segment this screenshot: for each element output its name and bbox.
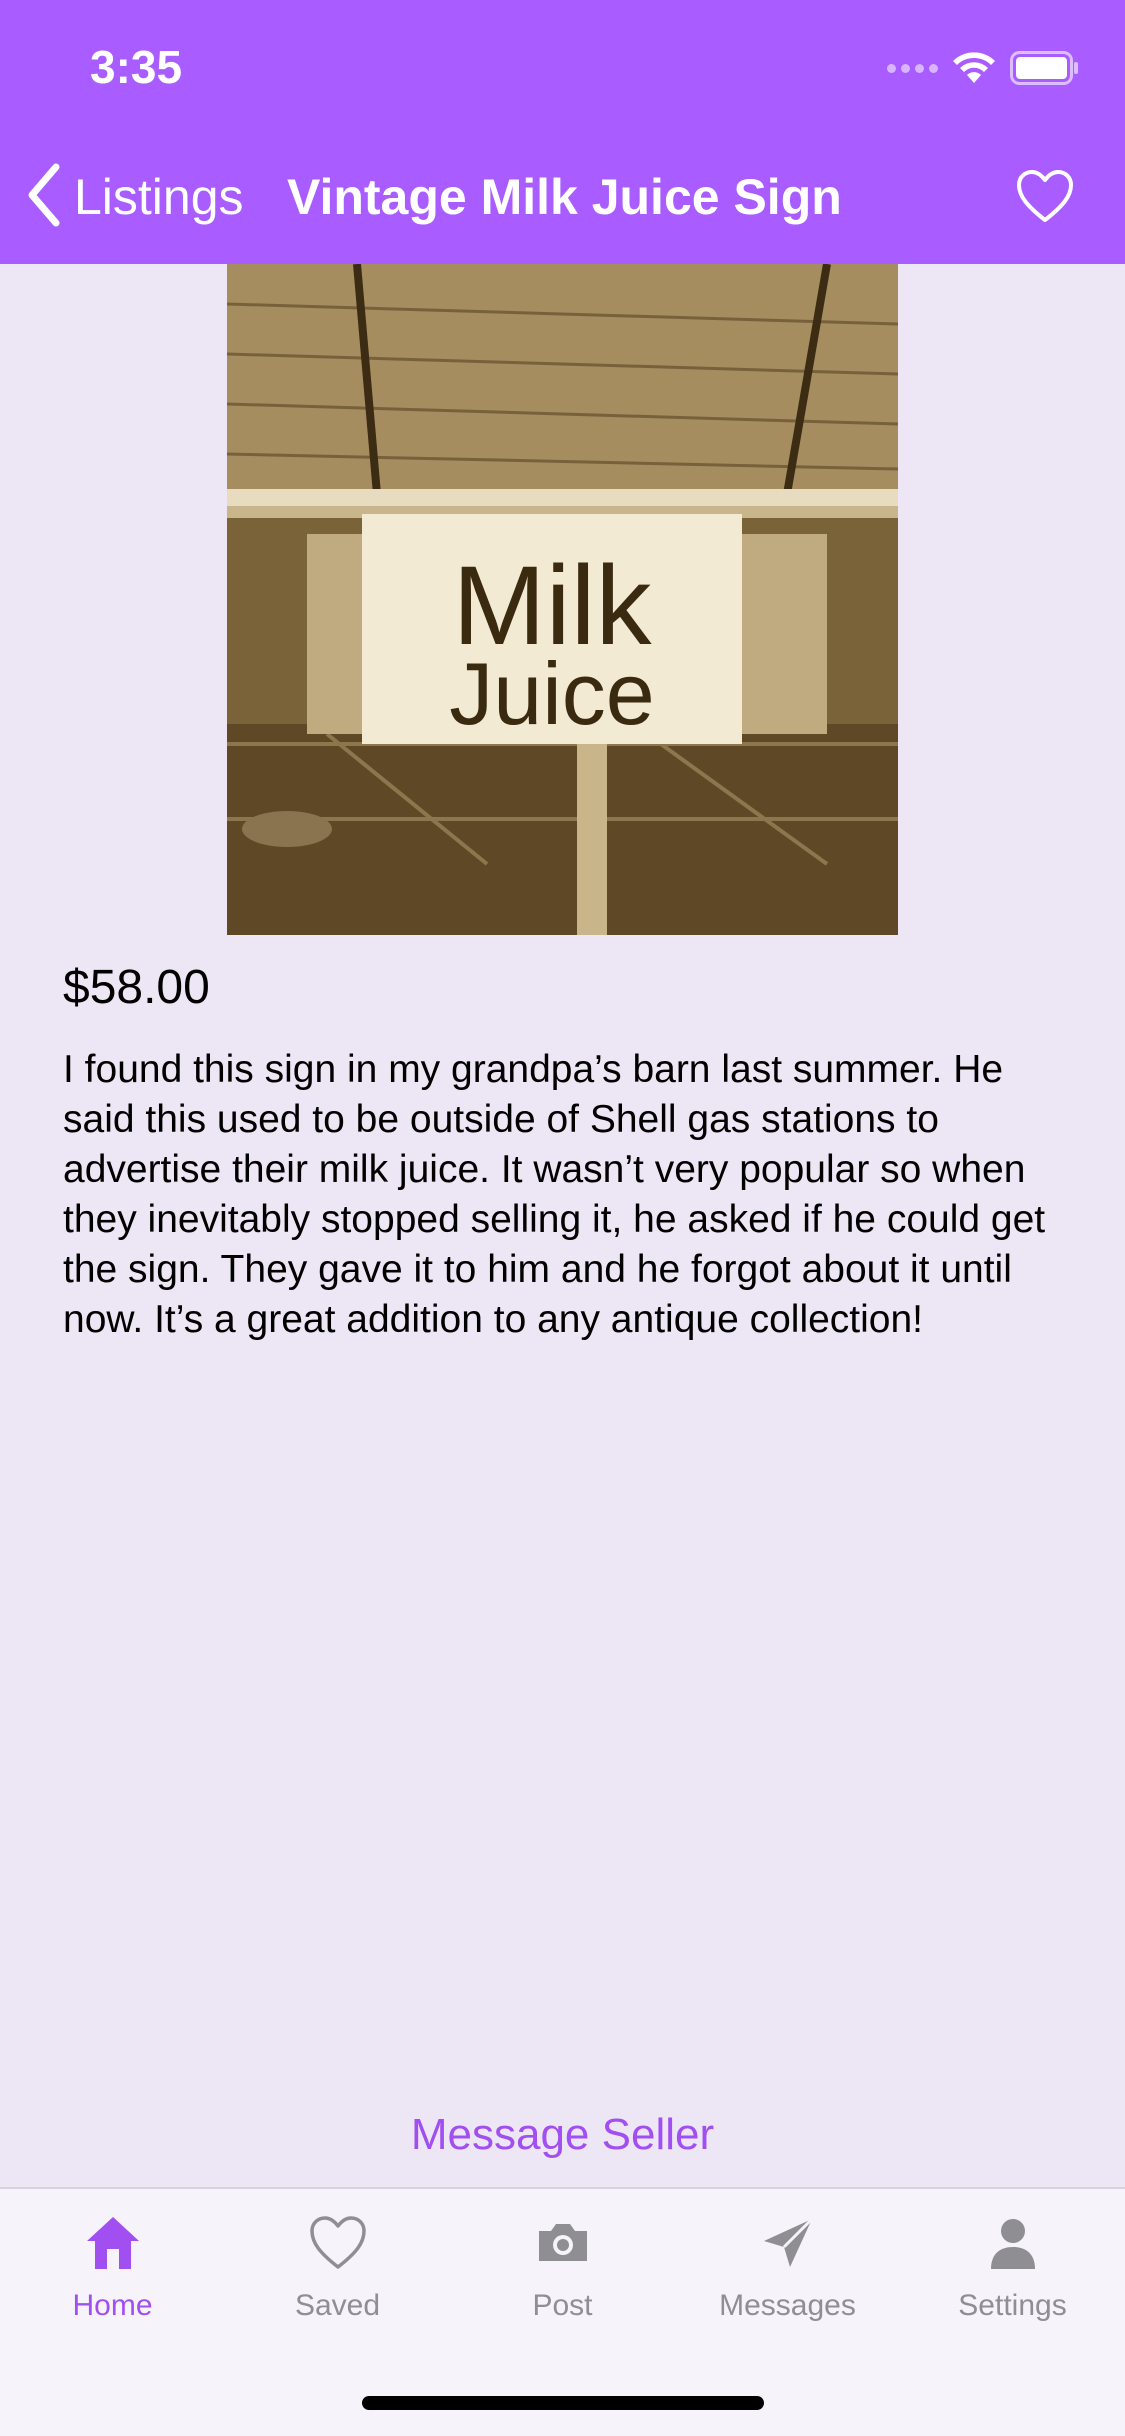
tab-label: Post [532,2289,593,2322]
home-indicator[interactable] [362,2396,764,2410]
message-seller-button[interactable]: Message Seller [0,2110,1125,2160]
listing-detail-screen: 3:35 Listings Vintage Milk Juice Sign Mi… [0,0,1125,2436]
heart-icon [309,2216,366,2269]
tab-label: Settings [958,2289,1067,2322]
tab-label: Saved [294,2289,381,2322]
listing-description: I found this sign in my grandpa’s barn l… [63,1048,1046,1341]
back-label: Listings [74,169,244,225]
sign-line-juice: Juice [449,644,654,743]
person-icon [990,2219,1035,2269]
tab-label: Messages [719,2289,856,2322]
tab-settings[interactable]: Settings [900,2213,1125,2333]
listing-photo: Milk Juice [227,264,898,935]
tab-home[interactable]: Home [0,2213,225,2333]
listing-price: $58.00 [63,961,210,1014]
header: 3:35 Listings Vintage Milk Juice Sign [0,0,1125,264]
status-icons [887,48,1080,88]
battery-icon [1010,51,1080,85]
tab-messages[interactable]: Messages [675,2213,900,2333]
signal-icon [887,63,938,73]
favorite-button[interactable] [1015,168,1075,228]
paper-plane-icon [763,2217,813,2267]
page-title: Vintage Milk Juice Sign [287,169,842,225]
heart-outline-icon [1015,170,1075,228]
home-icon [86,2217,139,2269]
back-button[interactable]: Listings [24,162,244,232]
tab-saved[interactable]: Saved [225,2213,450,2333]
tab-post[interactable]: Post [450,2213,675,2333]
chevron-left-icon [24,163,64,232]
status-time: 3:35 [90,41,183,93]
camera-icon [538,2224,587,2261]
wifi-icon [952,51,996,85]
tab-label: Home [72,2289,153,2322]
